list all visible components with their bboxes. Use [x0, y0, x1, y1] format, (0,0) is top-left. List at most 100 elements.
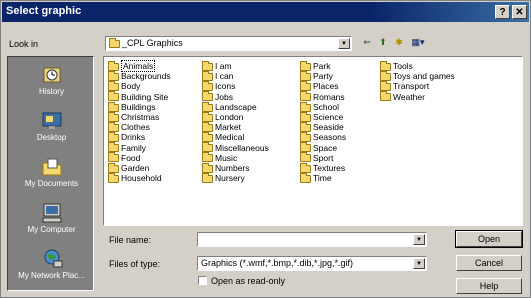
list-item[interactable]: Building Site: [108, 91, 171, 102]
cancel-button[interactable]: Cancel: [456, 255, 522, 271]
read-only-checkbox[interactable]: [198, 276, 207, 285]
list-item[interactable]: Jobs: [202, 91, 269, 102]
folder-list[interactable]: Animals Backgrounds Body Building Site B…: [103, 56, 523, 226]
help-button[interactable]: Help: [456, 278, 522, 294]
place-my-computer-label: My Computer: [27, 225, 76, 234]
list-item[interactable]: Body: [108, 81, 171, 91]
list-item[interactable]: Market: [202, 121, 269, 132]
folder-label: Weather: [393, 91, 425, 102]
open-button[interactable]: Open: [455, 230, 523, 248]
list-item[interactable]: Park: [300, 60, 346, 71]
list-item[interactable]: Animals: [108, 60, 171, 72]
folder-icon: [108, 132, 119, 143]
look-in-combo[interactable]: _CPL Graphics ▼: [105, 36, 352, 51]
list-item[interactable]: Christmas: [108, 111, 171, 122]
list-item[interactable]: Nursery: [202, 172, 269, 184]
list-item[interactable]: Places: [300, 81, 346, 91]
folder-label: Park: [313, 61, 331, 71]
folder-label: Medical: [215, 132, 245, 143]
views-menu-icon[interactable]: ▦▾: [409, 37, 427, 48]
list-item[interactable]: Weather: [380, 91, 455, 102]
list-item[interactable]: Landscape: [202, 101, 269, 112]
my-network-places-icon: [41, 249, 63, 269]
folder-label: I can: [215, 71, 234, 82]
place-my-computer[interactable]: My Computer: [8, 203, 95, 234]
list-item[interactable]: Household: [108, 172, 171, 183]
folder-icon: [202, 91, 213, 102]
list-item[interactable]: London: [202, 111, 269, 122]
folder-icon: [108, 101, 119, 112]
dialog-title: Select graphic: [6, 5, 82, 17]
folder-label: Backgrounds: [121, 71, 171, 82]
list-item[interactable]: School: [300, 101, 346, 112]
up-one-level-icon[interactable]: ⬆: [377, 37, 389, 48]
list-item[interactable]: Space: [300, 142, 346, 153]
place-my-documents-label: My Documents: [24, 179, 79, 188]
back-icon[interactable]: ⇐: [361, 37, 373, 48]
folder-icon: [108, 162, 119, 173]
folder-icon: [108, 172, 119, 183]
read-only-label: Open as read-only: [211, 276, 286, 286]
places-bar: History Desktop My Documents My Computer…: [7, 56, 94, 291]
select-graphic-dialog: Select graphic ? ✕ Look in _CPL Graphics…: [0, 0, 531, 298]
folder-column-3: Park Party Places Romans School Science …: [300, 60, 346, 184]
file-name-combo[interactable]: ▼: [197, 232, 427, 247]
list-item[interactable]: Buildings: [108, 101, 171, 112]
folder-label: London: [215, 111, 244, 122]
folder-label: I am: [215, 61, 232, 71]
files-of-type-combo[interactable]: Graphics (*.wmf,*.bmp,*.dib,*.jpg,*.gif)…: [197, 256, 427, 271]
list-item[interactable]: Tools: [380, 60, 455, 71]
list-item[interactable]: Sport: [300, 152, 346, 163]
folder-label: Nursery: [215, 173, 245, 184]
list-item[interactable]: Drinks: [108, 132, 171, 142]
list-item[interactable]: Backgrounds: [108, 70, 171, 82]
list-item[interactable]: Romans: [300, 91, 346, 102]
list-item[interactable]: Toys and games: [380, 70, 455, 81]
list-item[interactable]: Icons: [202, 81, 269, 91]
desktop-icon: [41, 111, 63, 131]
place-desktop[interactable]: Desktop: [8, 111, 95, 142]
help-title-button[interactable]: ?: [495, 5, 510, 19]
folder-label: Jobs: [215, 91, 233, 102]
folder-icon: [108, 142, 119, 153]
list-item[interactable]: Seaside: [300, 121, 346, 132]
folder-label: Textures: [313, 162, 346, 173]
list-item[interactable]: Numbers: [202, 162, 269, 173]
list-item[interactable]: Garden: [108, 162, 171, 173]
list-item[interactable]: Textures: [300, 162, 346, 173]
chevron-down-icon[interactable]: ▼: [413, 234, 425, 245]
list-item[interactable]: Time: [300, 172, 346, 184]
list-item[interactable]: Music: [202, 152, 269, 163]
folder-label: Party: [313, 71, 333, 82]
folder-icon: [380, 81, 391, 92]
chevron-down-icon[interactable]: ▼: [338, 38, 350, 49]
new-folder-icon[interactable]: ✱: [393, 37, 405, 48]
look-in-value: _CPL Graphics: [122, 38, 183, 48]
list-item[interactable]: Family: [108, 142, 171, 153]
list-item[interactable]: Transport: [380, 81, 455, 91]
folder-icon: [202, 81, 213, 92]
folder-label: Drinks: [121, 132, 146, 143]
list-item[interactable]: I can: [202, 70, 269, 82]
list-item[interactable]: Seasons: [300, 132, 346, 142]
title-bar: Select graphic ? ✕: [2, 2, 529, 22]
list-item[interactable]: Party: [300, 70, 346, 82]
folder-label: Transport: [393, 81, 430, 92]
place-history[interactable]: History: [8, 65, 95, 96]
list-item[interactable]: Miscellaneous: [202, 142, 269, 153]
folder-label: Time: [313, 173, 332, 184]
list-item[interactable]: Food: [108, 152, 171, 163]
folder-label: Places: [313, 81, 339, 92]
folder-label: Clothes: [121, 122, 150, 133]
list-item[interactable]: Science: [300, 111, 346, 122]
folder-label: Space: [313, 142, 338, 153]
folder-icon: [202, 101, 213, 112]
list-item[interactable]: Clothes: [108, 121, 171, 133]
close-title-button[interactable]: ✕: [512, 5, 527, 19]
chevron-down-icon[interactable]: ▼: [413, 258, 425, 269]
place-my-documents[interactable]: My Documents: [8, 157, 95, 188]
place-my-network-places[interactable]: My Network Plac...: [8, 249, 95, 280]
folder-icon: [300, 111, 311, 122]
list-item[interactable]: I am: [202, 60, 269, 71]
list-item[interactable]: Medical: [202, 132, 269, 142]
